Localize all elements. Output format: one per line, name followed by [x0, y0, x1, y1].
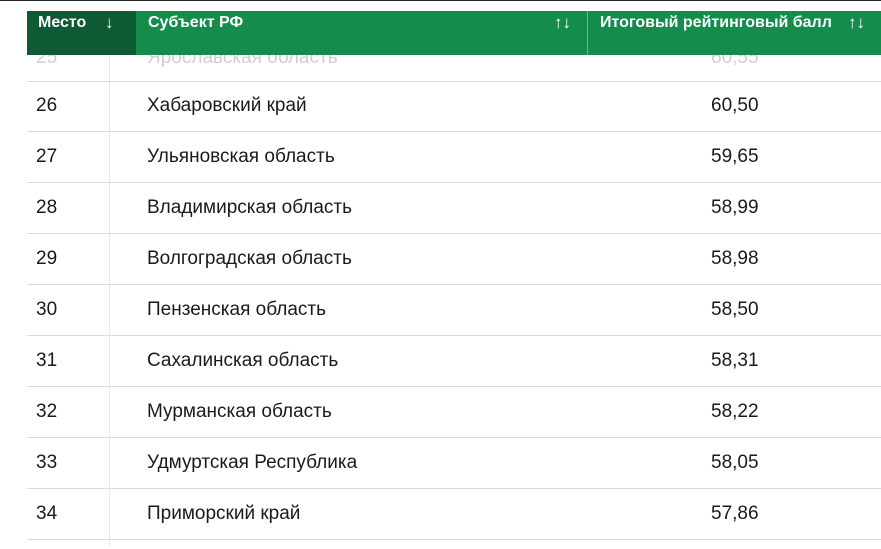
cell-place: 27 [36, 146, 58, 167]
column-header-score[interactable]: Итоговый рейтинговый балл ↑↓ [588, 10, 881, 55]
cell-subject: Приморский край [147, 503, 301, 524]
cell-subject: Владимирская область [147, 197, 352, 218]
cell-score: 58,99 [711, 197, 759, 218]
cell-score: 58,05 [711, 452, 759, 473]
rating-table-view: Место ↓ Субъект РФ ↑↓ Итоговый рейтингов… [0, 0, 881, 549]
column-header-place[interactable]: Место ↓ [27, 10, 136, 55]
cell-score: 59,65 [711, 146, 759, 167]
cell-subject: Мурманская область [147, 401, 332, 422]
cell-score: 58,31 [711, 350, 759, 371]
cell-score: 58,98 [711, 248, 759, 269]
cell-score: 60,50 [711, 95, 759, 116]
table-row: 33 Удмуртская Республика 58,05 [27, 438, 881, 489]
column-header-subject[interactable]: Субъект РФ ↑↓ [136, 10, 588, 55]
cell-place: 26 [36, 95, 58, 116]
cell-place: 31 [36, 350, 58, 371]
cell-place: 30 [36, 299, 58, 320]
table-row: 32 Мурманская область 58,22 [27, 387, 881, 438]
cell-score: 58,22 [711, 401, 759, 422]
table-header: Место ↓ Субъект РФ ↑↓ Итоговый рейтингов… [27, 10, 881, 55]
table-row: 30 Пензенская область 58,50 [27, 285, 881, 336]
cell-subject: Волгоградская область [147, 248, 352, 269]
column-header-place-label: Место [38, 14, 87, 31]
table-row: 27 Ульяновская область 59,65 [27, 132, 881, 183]
column-header-subject-label: Субъект РФ [148, 14, 244, 31]
cell-subject: Сахалинская область [147, 350, 339, 371]
table-row: 34 Приморский край 57,86 [27, 489, 881, 540]
column-header-score-label: Итоговый рейтинговый балл [600, 14, 832, 31]
cell-place: 34 [36, 503, 58, 524]
top-edge [0, 0, 881, 11]
cell-place: 29 [36, 248, 58, 269]
cell-place: 28 [36, 197, 58, 218]
table-row: 26 Хабаровский край 60,50 [27, 81, 881, 132]
sort-toggle-icon[interactable]: ↑↓ [554, 13, 571, 33]
sort-toggle-icon[interactable]: ↑↓ [848, 13, 865, 33]
cell-place: 32 [36, 401, 58, 422]
column-divider [109, 56, 110, 546]
table-body: 26 Хабаровский край 60,50 27 Ульяновская обл… [27, 81, 881, 540]
cell-subject: Хабаровский край [147, 95, 307, 116]
table-row: 28 Владимирская область 58,99 [27, 183, 881, 234]
table-row: 29 Волгоградская область 58,98 [27, 234, 881, 285]
table-row: 31 Сахалинская область 58,31 [27, 336, 881, 387]
cell-subject: Пензенская область [147, 299, 326, 320]
cell-score: 57,86 [711, 503, 759, 524]
cell-score: 58,50 [711, 299, 759, 320]
sort-descending-icon[interactable]: ↓ [105, 13, 114, 33]
cell-place: 33 [36, 452, 58, 473]
cell-subject: Ульяновская область [147, 146, 335, 167]
cell-subject: Удмуртская Республика [147, 452, 358, 473]
